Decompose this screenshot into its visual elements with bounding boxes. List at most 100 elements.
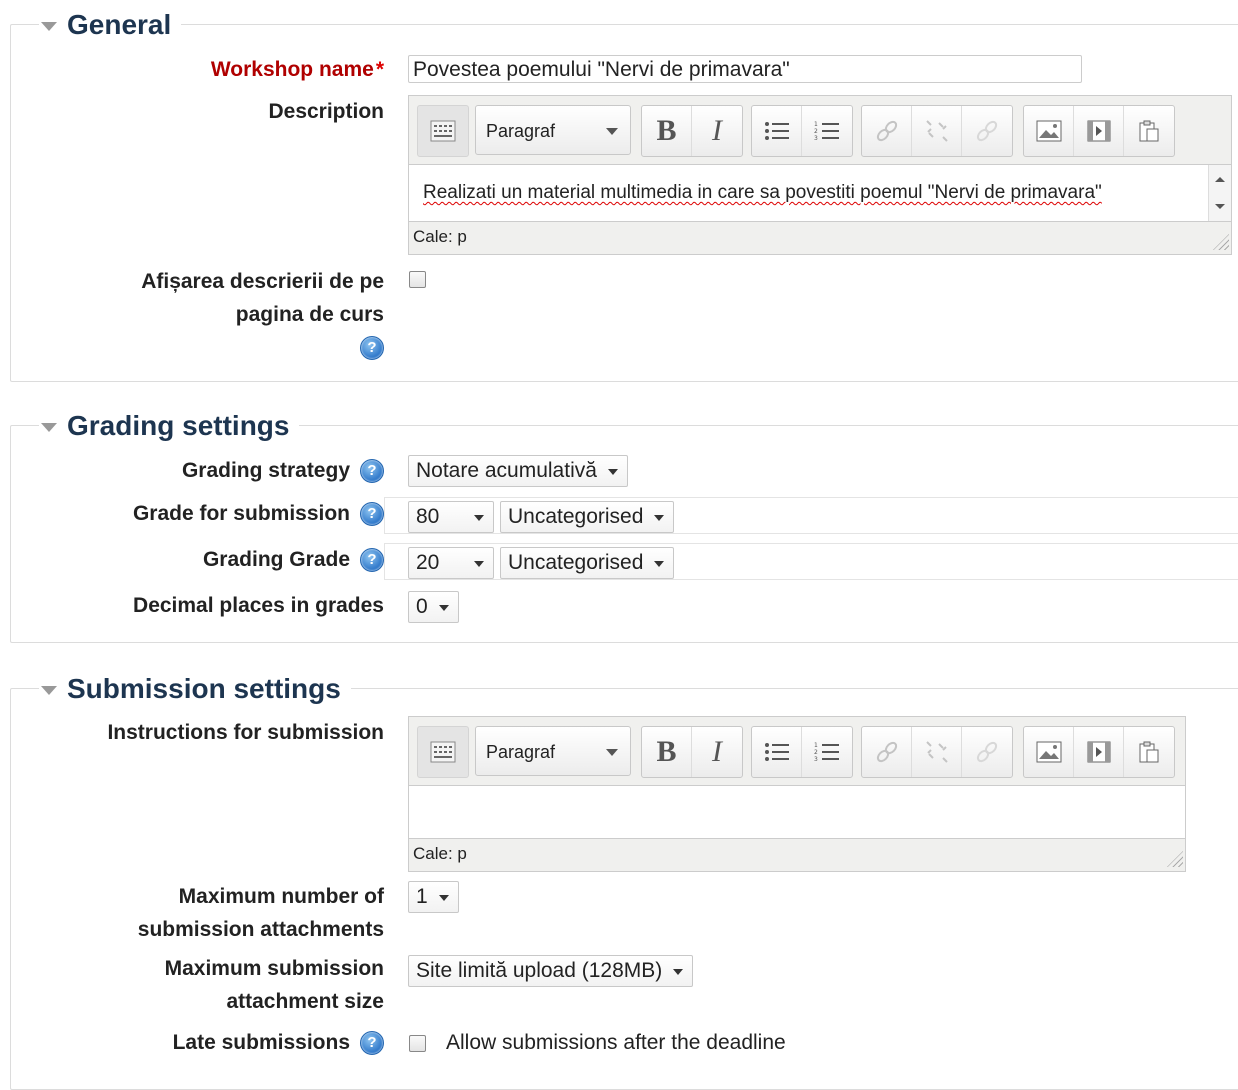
help-icon[interactable]: ? <box>360 1031 384 1056</box>
paste-icon[interactable] <box>1124 106 1174 156</box>
chevron-down-icon <box>654 561 665 567</box>
chevron-down-icon <box>474 561 484 567</box>
chevron-down-icon <box>673 969 684 975</box>
late-submissions-label-text: Late submissions <box>172 1031 350 1054</box>
numbered-list-icon[interactable]: 123 <box>802 727 852 777</box>
format-group: B I <box>641 105 743 157</box>
submission-legend[interactable]: Submission settings <box>39 672 351 706</box>
description-text: Realizati un material multimedia in care… <box>423 182 1102 203</box>
help-icon[interactable]: ? <box>360 459 384 484</box>
link-group <box>861 105 1013 157</box>
chevron-down-icon <box>438 605 449 611</box>
scroll-up-icon[interactable] <box>1215 177 1225 182</box>
toolbar-toggle-icon[interactable] <box>417 726 469 778</box>
instructions-text-area[interactable] <box>409 786 1185 839</box>
grading-legend[interactable]: Grading settings <box>39 409 300 443</box>
grading-strategy-label-text: Grading strategy <box>181 459 350 482</box>
grading-grade-label-text: Grading Grade <box>202 548 350 571</box>
media-icon[interactable] <box>1074 106 1124 156</box>
paste-icon[interactable] <box>1124 727 1174 777</box>
help-icon[interactable]: ? <box>360 336 384 361</box>
chevron-down-icon <box>474 515 484 521</box>
paragraph-format-text: Paragraf <box>486 742 556 762</box>
grade-submission-category-value: Uncategorised <box>508 505 644 528</box>
list-group: 123 <box>751 105 853 157</box>
paragraph-format-text: Paragraf <box>486 121 556 141</box>
late-submissions-checkbox[interactable] <box>409 1035 426 1052</box>
numbered-list-icon[interactable]: 123 <box>802 106 852 156</box>
scrollbar[interactable] <box>1208 165 1231 221</box>
svg-text:3: 3 <box>814 756 818 763</box>
collapse-triangle-icon <box>41 21 57 31</box>
max-size-value: Site limită upload (128MB) <box>416 959 663 982</box>
show-description-label-line1: Afișarea descrierii de pe <box>141 270 384 293</box>
late-submissions-checkbox-label[interactable]: Allow submissions after the deadline <box>446 1029 786 1057</box>
grading-grade-category-value: Uncategorised <box>508 551 644 574</box>
grading-grade-select[interactable]: 20 <box>408 547 494 579</box>
link-icon[interactable] <box>862 727 912 777</box>
resize-grip-icon[interactable] <box>1167 851 1183 867</box>
max-attachments-value: 1 <box>416 885 428 908</box>
chevron-down-icon <box>606 128 618 135</box>
workshop-name-label-text: Workshop name <box>210 58 374 81</box>
bold-icon[interactable]: B <box>642 106 692 156</box>
max-attachments-label-line1: Maximum number of <box>178 885 384 908</box>
description-label: Description <box>268 100 384 123</box>
unlink-icon[interactable] <box>912 727 962 777</box>
svg-text:1: 1 <box>814 121 818 128</box>
submission-legend-text: Submission settings <box>67 673 341 704</box>
help-icon[interactable]: ? <box>360 502 384 527</box>
svg-text:1: 1 <box>814 742 818 749</box>
chevron-down-icon <box>438 895 449 901</box>
media-group <box>1023 105 1175 157</box>
editor-toolbar: Paragraf B I 123 <box>409 717 1185 786</box>
resize-grip-icon[interactable] <box>1213 234 1229 250</box>
link-icon[interactable] <box>862 106 912 156</box>
grade-submission-label-text: Grade for submission <box>132 502 350 525</box>
grading-legend-text: Grading settings <box>67 410 290 441</box>
max-size-label-line2: attachment size <box>226 990 384 1013</box>
workshop-name-input[interactable]: Povestea poemului "Nervi de primavara" <box>408 55 1082 83</box>
bold-icon[interactable]: B <box>642 727 692 777</box>
max-size-select[interactable]: Site limită upload (128MB) <box>408 955 694 987</box>
scroll-down-icon[interactable] <box>1215 204 1225 209</box>
decimal-places-label: Decimal places in grades <box>133 594 384 617</box>
media-icon[interactable] <box>1074 727 1124 777</box>
bullet-list-icon[interactable] <box>752 727 802 777</box>
image-icon[interactable] <box>1024 727 1074 777</box>
italic-icon[interactable]: I <box>692 106 742 156</box>
editor-toolbar: Paragraf B I 123 <box>409 96 1231 165</box>
svg-text:2: 2 <box>814 749 818 756</box>
collapse-triangle-icon <box>41 685 57 695</box>
grade-submission-label: Grade for submission? <box>133 498 384 530</box>
max-attachments-select[interactable]: 1 <box>408 881 459 913</box>
anchor-icon[interactable] <box>962 727 1012 777</box>
help-icon[interactable]: ? <box>360 548 384 573</box>
required-star-icon: * <box>375 58 384 81</box>
general-legend[interactable]: General <box>39 8 182 42</box>
paragraph-format-select[interactable]: Paragraf <box>475 105 631 155</box>
image-icon[interactable] <box>1024 106 1074 156</box>
link-group <box>861 726 1013 778</box>
instructions-editor: Paragraf B I 123 Cale: p <box>408 716 1186 872</box>
description-editor: Paragraf B I 123 Realizati un material m… <box>408 95 1232 255</box>
description-text-area[interactable]: Realizati un material multimedia in care… <box>409 165 1231 222</box>
toolbar-toggle-icon[interactable] <box>417 105 469 157</box>
unlink-icon[interactable] <box>912 106 962 156</box>
max-attachments-label-line2: submission attachments <box>137 918 384 941</box>
grading-grade-category-select[interactable]: Uncategorised <box>500 547 675 579</box>
bullet-list-icon[interactable] <box>752 106 802 156</box>
grading-strategy-select[interactable]: Notare acumulativă <box>408 455 628 487</box>
grade-submission-select[interactable]: 80 <box>408 501 494 533</box>
anchor-icon[interactable] <box>962 106 1012 156</box>
grade-submission-category-select[interactable]: Uncategorised <box>500 501 675 533</box>
media-group <box>1023 726 1175 778</box>
chevron-down-icon <box>654 515 665 521</box>
list-group: 123 <box>751 726 853 778</box>
decimal-places-select[interactable]: 0 <box>408 591 459 623</box>
paragraph-format-select[interactable]: Paragraf <box>475 726 631 776</box>
svg-text:2: 2 <box>814 128 818 135</box>
italic-icon[interactable]: I <box>692 727 742 777</box>
show-description-checkbox[interactable] <box>409 271 426 288</box>
show-description-help-wrap: ? <box>141 331 384 365</box>
